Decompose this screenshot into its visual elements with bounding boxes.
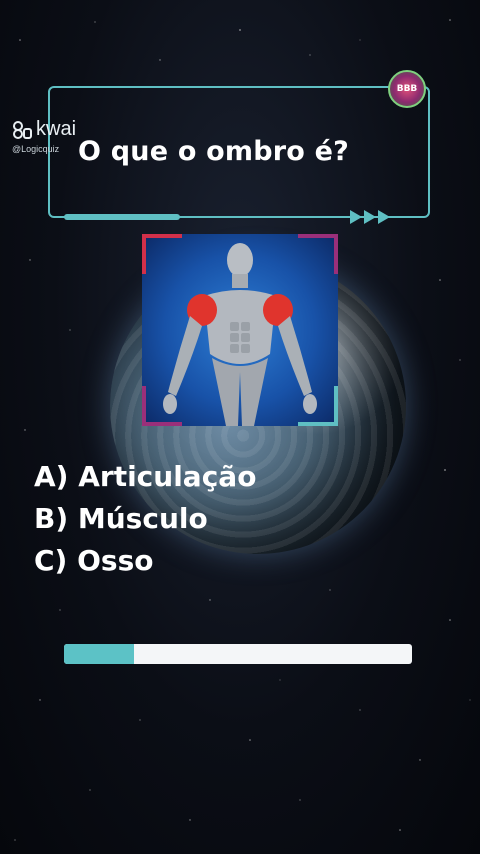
kwai-logo-icon	[13, 120, 32, 139]
creator-handle: @Logicquiz	[12, 144, 60, 154]
timer-progress-fill	[64, 644, 134, 664]
answer-options: A) Articulação B) Músculo C) Osso	[34, 456, 256, 582]
timer-progress-bar	[64, 644, 412, 664]
triple-arrow-icon	[350, 210, 390, 224]
option-b[interactable]: B) Músculo	[34, 498, 256, 540]
frame-accent-bar	[64, 214, 180, 220]
image-frame-corners	[142, 234, 338, 426]
kwai-logo: kwai	[12, 118, 76, 141]
kwai-logo-text: kwai	[36, 118, 77, 140]
badge-text: BBB	[396, 84, 418, 94]
option-a[interactable]: A) Articulação	[34, 456, 256, 498]
quiz-question: O que o ombro é?	[78, 136, 350, 167]
option-c[interactable]: C) Osso	[34, 540, 256, 582]
channel-badge: BBB	[388, 70, 426, 108]
anatomy-image	[142, 234, 338, 426]
